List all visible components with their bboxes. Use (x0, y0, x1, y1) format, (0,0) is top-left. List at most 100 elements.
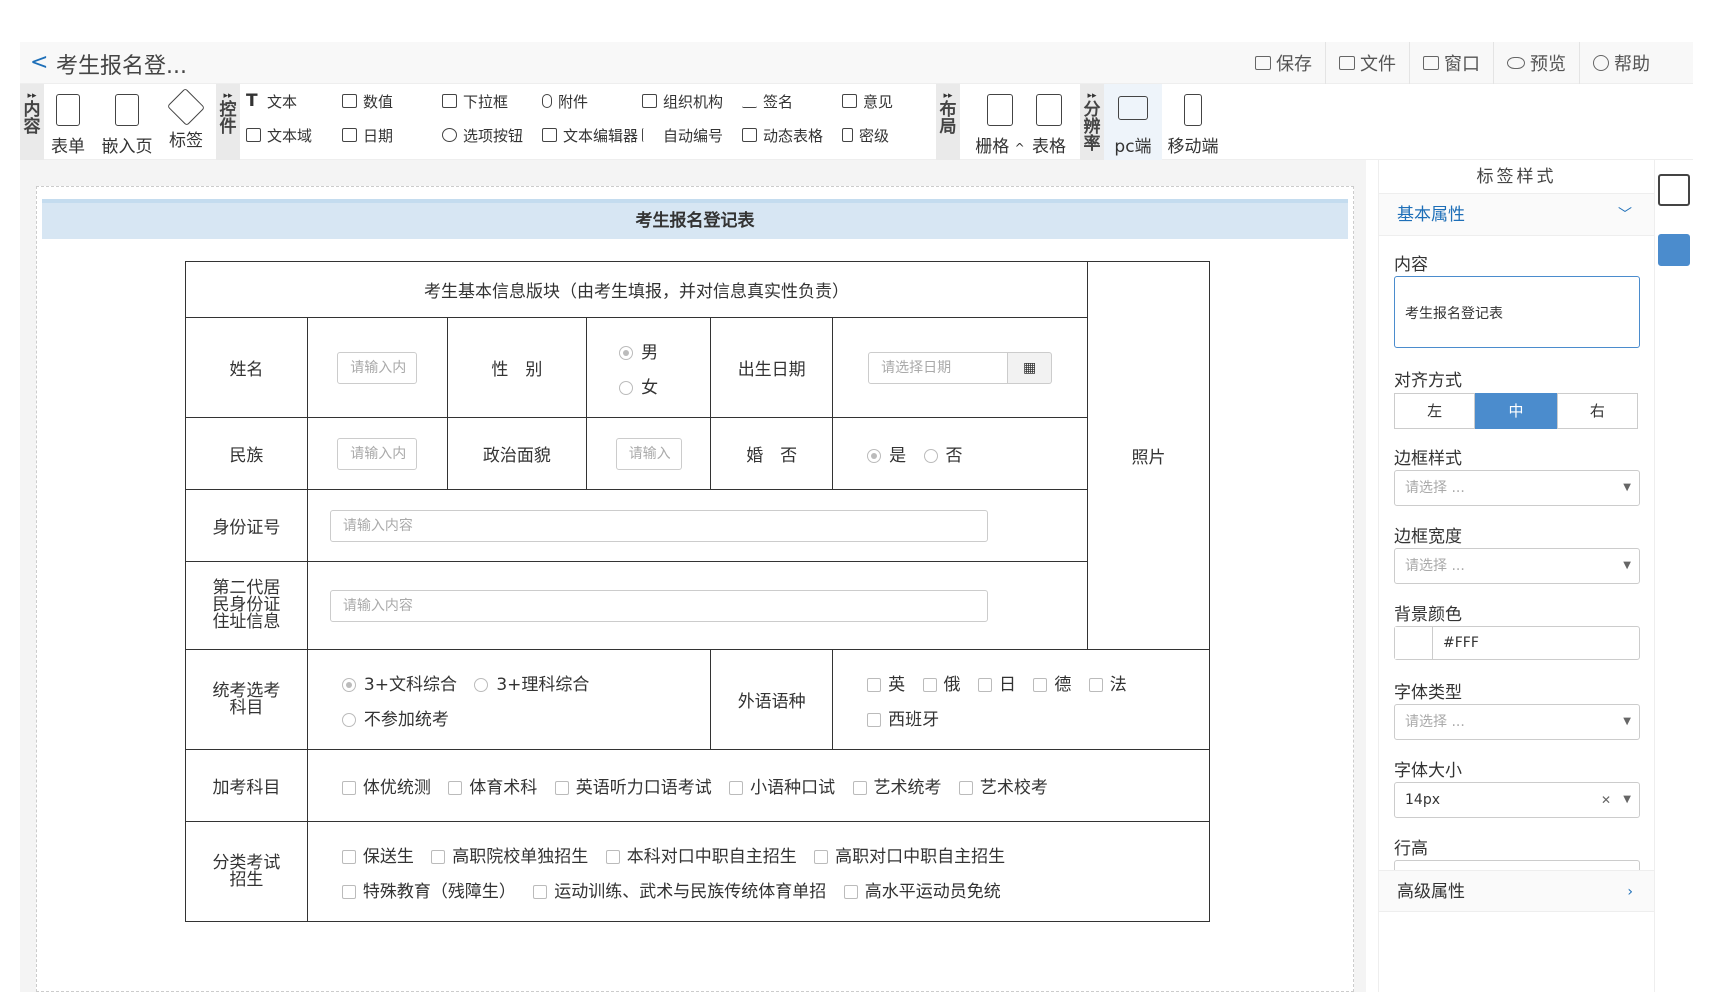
birth-date-picker[interactable]: 请选择日期 ▦ (868, 351, 1053, 384)
checkbox[interactable] (341, 849, 356, 864)
checkbox[interactable] (341, 781, 356, 795)
gender-female-option[interactable]: 女 (619, 373, 710, 398)
checkbox[interactable] (341, 884, 356, 899)
checkbox[interactable] (977, 677, 992, 692)
extra-option[interactable]: 艺术统考 (852, 773, 942, 798)
group-toggle-resolution[interactable]: ▸▸ 分辨率 (1080, 84, 1104, 160)
checkbox[interactable] (843, 884, 858, 899)
back-icon[interactable]: < (30, 50, 48, 75)
checkbox[interactable] (1088, 677, 1103, 692)
lang-option-russian[interactable]: 俄 (922, 670, 961, 695)
checkbox[interactable] (448, 781, 463, 795)
align-center-button[interactable]: 中 (1475, 393, 1557, 429)
font-type-select[interactable]: 请选择 ... ▼ (1394, 704, 1640, 740)
id-input[interactable]: 请输入内容 (329, 509, 988, 542)
radio-button[interactable] (619, 345, 634, 360)
politics-input[interactable]: 请输入 (615, 437, 682, 470)
align-left-button[interactable]: 左 (1394, 393, 1476, 429)
checkbox[interactable] (867, 677, 882, 692)
lang-option-english[interactable]: 英 (867, 670, 905, 695)
exam-option-arts[interactable]: 3+文科综合 (341, 670, 457, 695)
class-option[interactable]: 特殊教育（残障生） (341, 877, 516, 902)
birth-date-input[interactable]: 请选择日期 (868, 351, 1009, 384)
group-toggle-layout[interactable]: ▸▸ 布局 (936, 84, 960, 160)
checkbox[interactable] (554, 781, 569, 795)
form-header-label[interactable]: 考生报名登记表 (42, 199, 1348, 239)
class-option[interactable]: 本科对口中职自主招生 (605, 842, 797, 867)
advanced-properties-header[interactable]: 高级属性 › (1379, 870, 1655, 912)
class-option[interactable]: 运动训练、武术与民族传统体育单招 (533, 877, 826, 902)
marriage-no-option[interactable]: 否 (923, 441, 963, 466)
lang-option-french[interactable]: 法 (1088, 670, 1127, 695)
file-button[interactable]: 文件 (1325, 42, 1409, 84)
checkbox[interactable] (814, 849, 829, 864)
signature-control[interactable]: 签名 (742, 90, 793, 112)
extra-option[interactable]: 英语听力口语考试 (554, 773, 712, 798)
form-properties-icon[interactable] (1658, 174, 1690, 206)
option-button-control[interactable]: 选项按钮 (442, 124, 523, 146)
mobile-view-button[interactable]: 移动端 (1162, 84, 1224, 160)
basic-properties-header[interactable]: 基本属性 ﹀ (1379, 194, 1654, 236)
class-option[interactable]: 保送生 (341, 842, 414, 867)
checkbox[interactable] (922, 677, 937, 692)
class-option[interactable]: 高职院校单独招生 (431, 842, 588, 867)
textarea-control[interactable]: 文本域 (246, 124, 312, 146)
date-control[interactable]: 日期 (342, 124, 393, 146)
auto-number-control[interactable]: 自动编号 (642, 124, 723, 146)
gender-male-option[interactable]: 男 (619, 338, 710, 363)
radio-button[interactable] (923, 449, 938, 463)
code-icon[interactable] (1658, 234, 1690, 266)
checkbox[interactable] (852, 781, 867, 795)
attachment-control[interactable]: 附件 (542, 90, 588, 112)
exam-option-none[interactable]: 不参加统考 (341, 705, 449, 730)
pc-view-button[interactable]: pc端 (1104, 84, 1162, 160)
dynamic-table-control[interactable]: 动态表格 (742, 124, 823, 146)
checkbox[interactable] (729, 781, 744, 795)
window-button[interactable]: 窗口 (1409, 42, 1493, 84)
checkbox[interactable] (605, 849, 620, 864)
group-toggle-controls[interactable]: ▸▸ 控件 (216, 84, 240, 160)
radio-button[interactable] (341, 712, 356, 727)
checkbox[interactable] (1033, 677, 1048, 692)
border-width-select[interactable]: 请选择 ... ▼ (1394, 548, 1640, 584)
checkbox[interactable] (431, 849, 446, 864)
form-button[interactable]: 表单 (44, 84, 92, 160)
checkbox[interactable] (958, 781, 973, 795)
rich-text-control[interactable]: 文本编辑器 (542, 124, 638, 146)
bg-color-field[interactable]: #FFF (1394, 626, 1640, 660)
name-input[interactable]: 请输入内 (337, 351, 418, 384)
checkbox[interactable] (867, 712, 882, 727)
radio-button[interactable] (341, 677, 356, 692)
exam-option-science[interactable]: 3+理科综合 (474, 670, 589, 695)
security-level-control[interactable]: 密级 (842, 124, 889, 146)
content-textarea[interactable]: 考生报名登记表 (1394, 276, 1640, 348)
radio-button[interactable] (867, 449, 882, 463)
extra-option[interactable]: 体优统测 (341, 773, 431, 798)
address-input[interactable]: 请输入内容 (329, 589, 988, 622)
calendar-icon[interactable]: ▦ (1008, 351, 1053, 384)
text-control[interactable]: T 文本 (246, 90, 297, 112)
organization-control[interactable]: 组织机构 (642, 90, 723, 112)
color-swatch[interactable] (1395, 627, 1433, 659)
clear-icon[interactable]: ✕ (1601, 783, 1611, 817)
marriage-yes-option[interactable]: 是 (867, 441, 906, 466)
class-option[interactable]: 高职对口中职自主招生 (814, 842, 1005, 867)
lang-option-japanese[interactable]: 日 (977, 670, 1016, 695)
font-size-select[interactable]: 14px ✕ ▼ (1394, 782, 1640, 818)
extra-option[interactable]: 艺术校考 (958, 773, 1048, 798)
label-button[interactable]: 标签 (162, 84, 210, 160)
ethnic-input[interactable]: 请输入内 (337, 437, 418, 470)
preview-button[interactable]: 预览 (1493, 42, 1579, 84)
group-toggle-content[interactable]: ▸▸ 内容 (20, 84, 44, 160)
save-button[interactable]: 保存 (1242, 42, 1325, 84)
lang-option-german[interactable]: 德 (1033, 670, 1071, 695)
opinion-control[interactable]: 意见 (842, 90, 893, 112)
dropdown-control[interactable]: 下拉框 (442, 90, 508, 112)
checkbox[interactable] (533, 884, 548, 899)
class-option[interactable]: 高水平运动员免统 (843, 877, 1001, 902)
align-right-button[interactable]: 右 (1556, 393, 1638, 429)
embed-page-button[interactable]: 嵌入页面 (94, 84, 160, 182)
extra-option[interactable]: 体育术科 (448, 773, 537, 798)
radio-button[interactable] (474, 677, 489, 692)
table-button[interactable]: 表格 (1026, 84, 1072, 160)
